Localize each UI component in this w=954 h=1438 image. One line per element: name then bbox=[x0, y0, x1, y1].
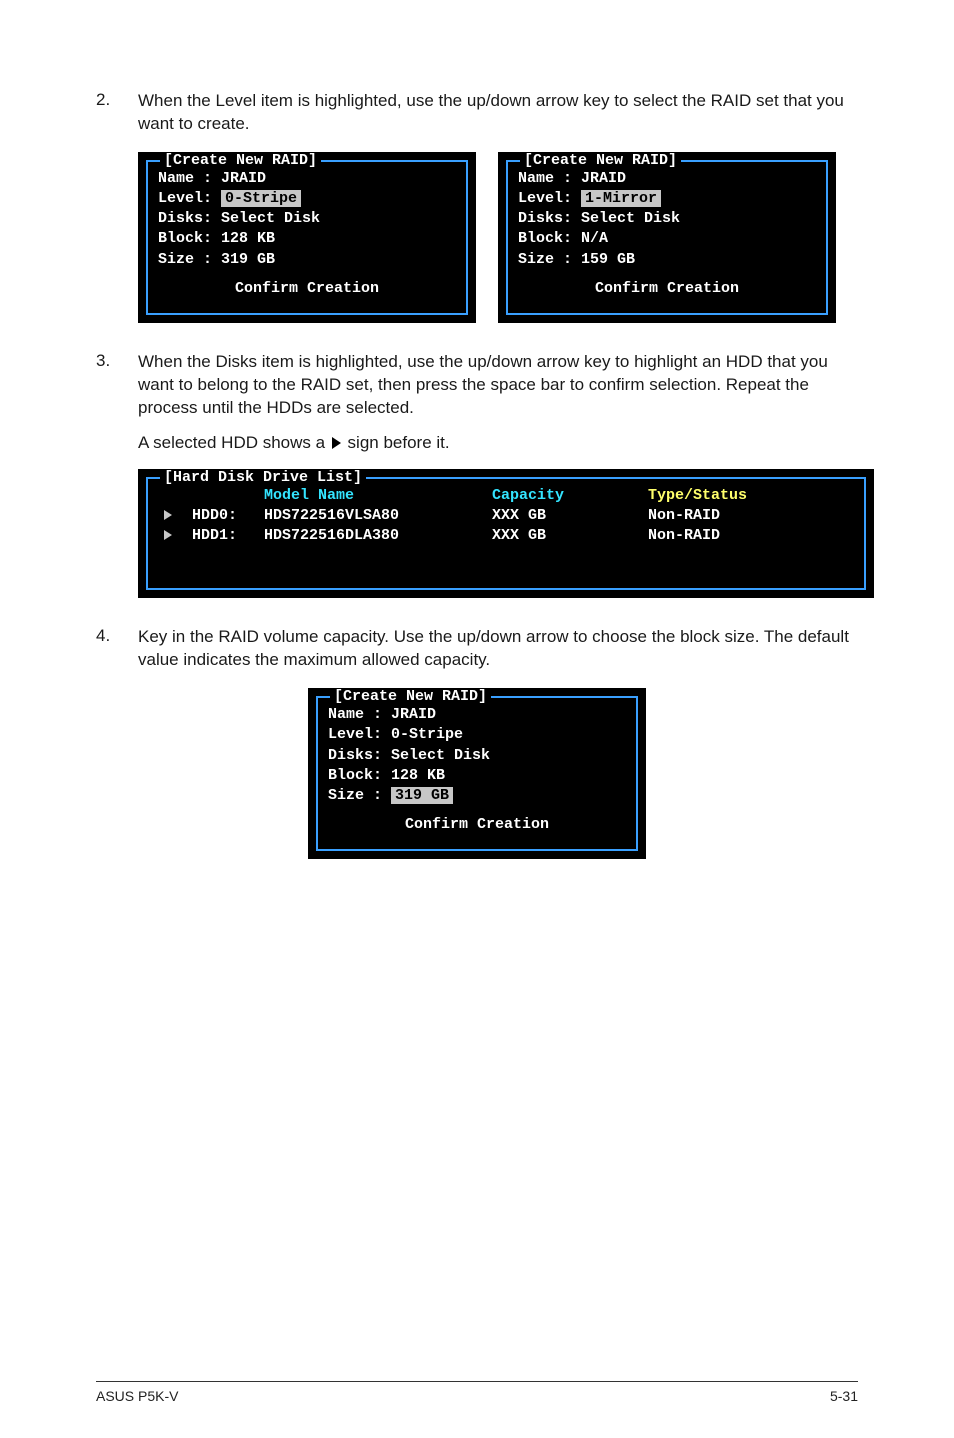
panel-title: Create New RAID bbox=[330, 688, 491, 705]
header-type-status: Type/Status bbox=[648, 486, 848, 505]
raid-size-row: Size : 319 GB bbox=[328, 786, 626, 805]
hard-disk-drive-list-panel: Hard Disk Drive List Model Name Capacity… bbox=[138, 469, 874, 599]
raid-block-row: Block: 128 KB bbox=[328, 766, 626, 785]
step-4: 4. Key in the RAID volume capacity. Use … bbox=[96, 626, 858, 672]
disk-capacity: XXX GB bbox=[492, 506, 648, 525]
disk-capacity: XXX GB bbox=[492, 526, 648, 545]
raid-level-panels: Create New RAID Name : JRAID Level: 0-St… bbox=[138, 152, 858, 323]
header-capacity: Capacity bbox=[492, 486, 648, 505]
raid-level-row: Level: 1-Mirror bbox=[518, 189, 816, 208]
raid-level-row: Level: 0-Stripe bbox=[158, 189, 456, 208]
step-2: 2. When the Level item is highlighted, u… bbox=[96, 90, 858, 136]
disk-id: HDD1: bbox=[192, 526, 264, 545]
step-text: When the Level item is highlighted, use … bbox=[138, 90, 858, 136]
raid-disks-row: Disks: Select Disk bbox=[518, 209, 816, 228]
page-footer: ASUS P5K-V 5-31 bbox=[96, 1381, 858, 1404]
raid-name-row: Name : JRAID bbox=[158, 169, 456, 188]
raid-disks-row: Disks: Select Disk bbox=[158, 209, 456, 228]
disk-model: HDS722516VLSA80 bbox=[264, 506, 492, 525]
triangle-icon bbox=[332, 437, 341, 449]
panel-title: Create New RAID bbox=[520, 152, 681, 169]
step-3-subtext: A selected HDD shows a sign before it. bbox=[138, 432, 858, 455]
step-text: Key in the RAID volume capacity. Use the… bbox=[138, 626, 858, 672]
confirm-creation[interactable]: Confirm Creation bbox=[328, 815, 626, 834]
step-number: 3. bbox=[96, 351, 138, 420]
raid-level-value[interactable]: 1-Mirror bbox=[581, 190, 661, 207]
disk-list-header: Model Name Capacity Type/Status bbox=[164, 486, 848, 505]
raid-size-row: Size : 159 GB bbox=[518, 250, 816, 269]
step-3: 3. When the Disks item is highlighted, u… bbox=[96, 351, 858, 420]
confirm-creation[interactable]: Confirm Creation bbox=[518, 279, 816, 298]
disk-id: HDD0: bbox=[192, 506, 264, 525]
disk-model: HDS722516DLA380 bbox=[264, 526, 492, 545]
raid-disks-row: Disks: Select Disk bbox=[328, 746, 626, 765]
raid-name-row: Name : JRAID bbox=[328, 705, 626, 724]
create-raid-panel-stripe: Create New RAID Name : JRAID Level: 0-St… bbox=[138, 152, 476, 323]
raid-level-row: Level: 0-Stripe bbox=[328, 725, 626, 744]
step-number: 4. bbox=[96, 626, 138, 672]
raid-block-row: Block: 128 KB bbox=[158, 229, 456, 248]
confirm-creation[interactable]: Confirm Creation bbox=[158, 279, 456, 298]
disk-type: Non-RAID bbox=[648, 506, 848, 525]
raid-level-value[interactable]: 0-Stripe bbox=[221, 190, 301, 207]
raid-name-row: Name : JRAID bbox=[518, 169, 816, 188]
disk-row[interactable]: HDD0: HDS722516VLSA80 XXX GB Non-RAID bbox=[164, 506, 848, 525]
panel-title: Create New RAID bbox=[160, 152, 321, 169]
raid-size-value[interactable]: 319 GB bbox=[391, 787, 453, 804]
panel-title: Hard Disk Drive List bbox=[160, 469, 366, 486]
disk-type: Non-RAID bbox=[648, 526, 848, 545]
selected-icon bbox=[164, 510, 172, 520]
selected-icon bbox=[164, 530, 172, 540]
step-number: 2. bbox=[96, 90, 138, 136]
disk-row[interactable]: HDD1: HDS722516DLA380 XXX GB Non-RAID bbox=[164, 526, 848, 545]
header-model: Model Name bbox=[264, 486, 492, 505]
create-raid-panel-size: Create New RAID Name : JRAID Level: 0-St… bbox=[308, 688, 646, 859]
step-text: When the Disks item is highlighted, use … bbox=[138, 351, 858, 420]
footer-page-number: 5-31 bbox=[830, 1388, 858, 1404]
raid-size-row: Size : 319 GB bbox=[158, 250, 456, 269]
raid-block-row: Block: N/A bbox=[518, 229, 816, 248]
footer-model: ASUS P5K-V bbox=[96, 1388, 178, 1404]
create-raid-panel-mirror: Create New RAID Name : JRAID Level: 1-Mi… bbox=[498, 152, 836, 323]
